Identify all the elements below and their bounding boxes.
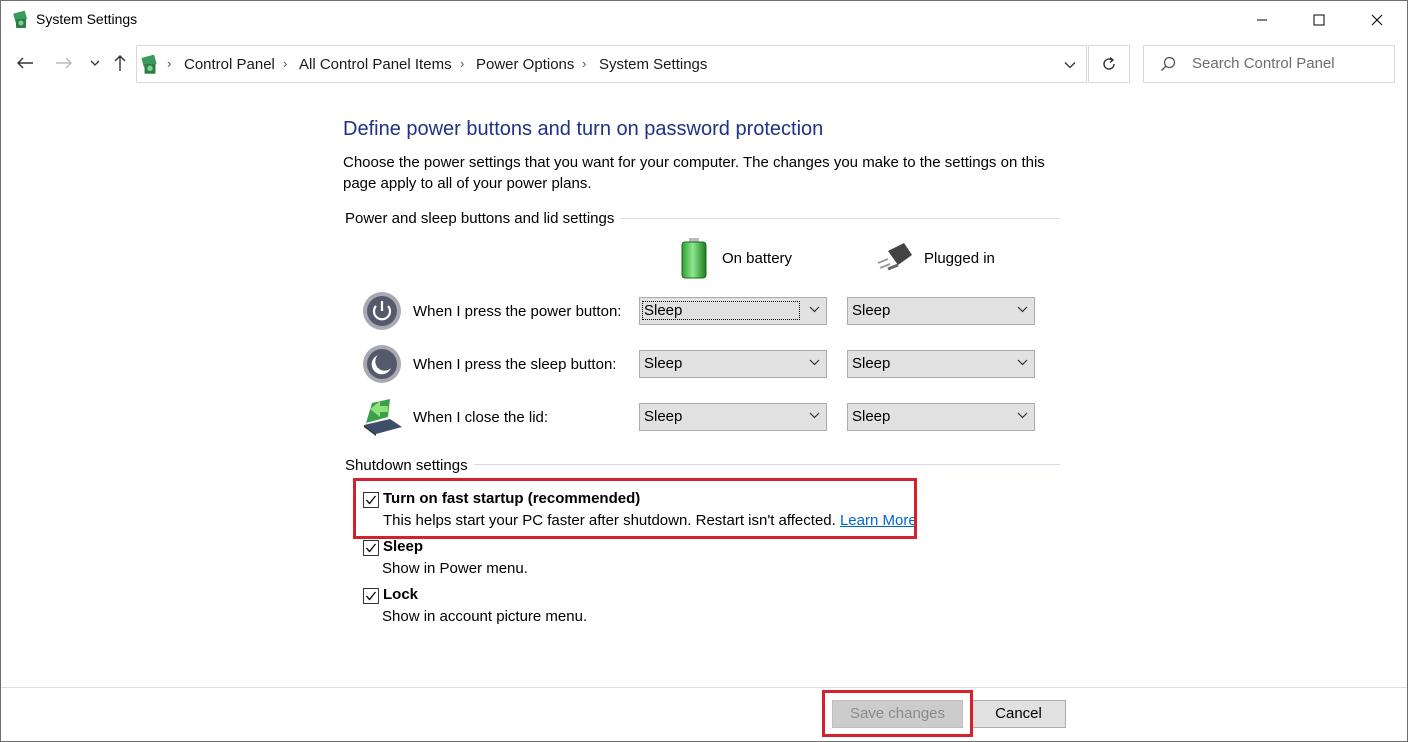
sleep-option-label[interactable]: Sleep: [383, 538, 423, 555]
chevron-down-icon: [809, 412, 820, 419]
power-button-battery-select[interactable]: Sleep: [639, 297, 827, 325]
close-lid-battery-select[interactable]: Sleep: [639, 403, 827, 431]
search-icon: [1160, 56, 1176, 75]
close-button[interactable]: [1349, 1, 1405, 39]
search-box[interactable]: [1143, 45, 1395, 83]
breadcrumb-separator-icon: ›: [167, 56, 172, 71]
system-settings-window: System Settings › Control Panel › All Co…: [0, 0, 1408, 742]
address-dropdown-button[interactable]: [1057, 51, 1083, 79]
control-panel-icon: [11, 10, 31, 30]
on-battery-header: On battery: [722, 250, 793, 267]
breadcrumb-all-items[interactable]: All Control Panel Items: [299, 56, 452, 73]
breadcrumb-control-panel[interactable]: Control Panel: [184, 56, 275, 73]
recent-locations-button[interactable]: [84, 51, 106, 75]
minimize-button[interactable]: [1234, 1, 1290, 39]
save-changes-highlight: [822, 690, 973, 737]
select-value: Sleep: [852, 408, 891, 425]
chevron-down-icon: [1017, 306, 1028, 313]
select-value: Sleep: [642, 301, 800, 320]
checkmark-icon: [366, 543, 377, 553]
cancel-button[interactable]: Cancel: [971, 700, 1066, 728]
lock-option-label[interactable]: Lock: [383, 586, 418, 603]
close-icon: [1371, 14, 1383, 26]
breadcrumb-separator-icon[interactable]: ›: [460, 56, 464, 71]
minimize-icon: [1257, 19, 1267, 21]
lock-checkbox[interactable]: [363, 588, 379, 604]
close-lid-plugged-select[interactable]: Sleep: [847, 403, 1035, 431]
up-button[interactable]: [109, 51, 131, 75]
search-input[interactable]: [1192, 55, 1387, 72]
page-title: Define power buttons and turn on passwor…: [343, 118, 824, 140]
maximize-button[interactable]: [1291, 1, 1347, 39]
power-buttons-group-label: Power and sleep buttons and lid settings: [345, 210, 621, 227]
refresh-icon: [1103, 56, 1115, 70]
chevron-down-icon: [90, 60, 100, 66]
breadcrumb-power-options[interactable]: Power Options: [476, 56, 574, 73]
chevron-down-icon: [809, 306, 820, 313]
laptop-lid-icon: [360, 397, 402, 437]
power-button-label: When I press the power button:: [413, 303, 622, 320]
fast-startup-highlight: [353, 478, 917, 539]
select-value: Sleep: [852, 302, 891, 319]
address-bar[interactable]: › Control Panel › All Control Panel Item…: [136, 45, 1087, 83]
sleep-button-icon: [362, 344, 402, 384]
lock-option-description: Show in account picture menu.: [382, 608, 588, 625]
chevron-down-icon: [1017, 359, 1028, 366]
select-value: Sleep: [852, 355, 891, 372]
title-bar: System Settings: [1, 1, 1407, 39]
sleep-checkbox[interactable]: [363, 540, 379, 556]
forward-button[interactable]: [53, 51, 75, 75]
shutdown-group-label: Shutdown settings: [345, 457, 474, 474]
breadcrumb-separator-icon[interactable]: ›: [582, 56, 586, 71]
refresh-button[interactable]: [1088, 45, 1130, 83]
battery-icon: [679, 237, 709, 279]
sleep-button-label: When I press the sleep button:: [413, 356, 617, 373]
window-title: System Settings: [36, 11, 138, 27]
power-plug-icon: [874, 241, 916, 273]
maximize-icon: [1313, 14, 1325, 26]
chevron-down-icon: [1017, 412, 1028, 419]
back-arrow-icon: [17, 57, 33, 69]
sleep-button-battery-select[interactable]: Sleep: [639, 350, 827, 378]
select-value: Sleep: [644, 408, 683, 425]
close-lid-label: When I close the lid:: [413, 409, 549, 426]
select-value: Sleep: [644, 355, 683, 372]
power-button-icon: [362, 291, 402, 331]
navigation-bar: › Control Panel › All Control Panel Item…: [1, 43, 1407, 83]
control-panel-icon: [139, 54, 161, 76]
breadcrumb-separator-icon[interactable]: ›: [283, 56, 287, 71]
up-arrow-icon: [114, 55, 126, 71]
breadcrumb-system-settings[interactable]: System Settings: [599, 56, 707, 73]
chevron-down-icon: [1064, 62, 1076, 69]
plugged-in-header: Plugged in: [924, 250, 995, 267]
sleep-button-plugged-select[interactable]: Sleep: [847, 350, 1035, 378]
footer-divider: [1, 687, 1407, 688]
sleep-option-description: Show in Power menu.: [382, 560, 528, 577]
power-button-plugged-select[interactable]: Sleep: [847, 297, 1035, 325]
checkmark-icon: [366, 591, 377, 601]
chevron-down-icon: [809, 359, 820, 366]
back-button[interactable]: [14, 51, 36, 75]
forward-arrow-icon: [56, 57, 72, 69]
page-description: Choose the power settings that you want …: [343, 154, 1045, 192]
